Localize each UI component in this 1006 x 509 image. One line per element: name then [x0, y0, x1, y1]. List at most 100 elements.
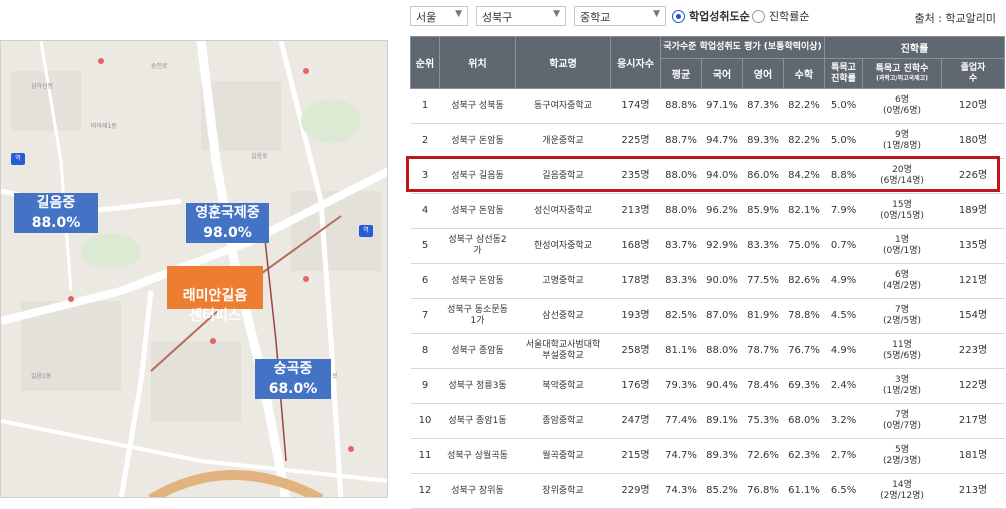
header-school: 학교명 [515, 36, 611, 89]
table-row[interactable]: 11 성북구 상월곡동 월곡중학교 215명 74.7% 89.3% 72.6% 62.3% 2… [410, 438, 1005, 474]
cell-graduates: 226명 [941, 158, 1005, 194]
table-row[interactable]: 4 성북구 돈암동 성신여자중학교 213명 88.0% 96.2% 85.9% 82.1% 7… [410, 193, 1005, 229]
cell-graduates: 180명 [941, 123, 1005, 159]
cell-graduates: 154명 [941, 298, 1005, 334]
cell-korean: 85.2% [701, 473, 743, 509]
cell-special-count: 1명 (0명/1명) [862, 228, 942, 264]
cell-school: 종암중학교 [515, 403, 611, 439]
cell-rank: 11 [410, 438, 440, 474]
subway-station-pin[interactable]: 역 [11, 153, 25, 165]
special-count-breakdown: (6명/14명) [880, 176, 924, 186]
cell-korean: 88.0% [701, 333, 743, 369]
cell-school: 성신여자중학교 [515, 193, 611, 229]
cell-location: 성북구 길음동 [439, 158, 516, 194]
header-special-count-label: 특목고 진학수 [875, 64, 929, 74]
table-row[interactable]: 5 성북구 삼선동2 가 한성여자중학교 168명 83.7% 92.9% 83.3% 75.… [410, 228, 1005, 264]
radio-selected-icon [672, 9, 685, 23]
cell-location: 성북구 성북동 [439, 88, 516, 124]
cell-korean: 97.1% [701, 88, 743, 124]
school-level-select[interactable]: 중학교 ▼ [574, 6, 666, 26]
table-row[interactable]: 1 성북구 성북동 동구여자중학교 174명 88.8% 97.1% 87.3% 82.2% 5… [410, 88, 1005, 124]
cell-average: 82.5% [660, 298, 702, 334]
map-area-label: 길음1동 [31, 373, 52, 380]
cell-applicants: 193명 [610, 298, 661, 334]
cell-graduates: 181명 [941, 438, 1005, 474]
cell-applicants: 168명 [610, 228, 661, 264]
cell-average: 77.4% [660, 403, 702, 439]
cell-average: 88.0% [660, 193, 702, 229]
cell-english: 89.3% [742, 123, 784, 159]
table-row[interactable]: 8 성북구 종암동 서울대학교사범대학 부설중학교 258명 81.1% 88.0% 78.… [410, 333, 1005, 369]
cell-school: 서울대학교사범대학 부설중학교 [515, 333, 611, 369]
cell-special-count: 6명 (4명/2명) [862, 263, 942, 299]
map-panel[interactable]: 삼각산동 숭인로 미아제1동 길음로 길음1동 종암로 역 역 길음중 88.0… [0, 40, 388, 498]
header-rank: 순위 [410, 36, 440, 89]
map-label-raemian-centerpiece[interactable]: 래미안길음 센터피스 [167, 266, 263, 324]
cell-special-rate: 8.8% [824, 158, 863, 194]
cell-english: 75.3% [742, 403, 784, 439]
cell-special-count: 20명 (6명/14명) [862, 158, 942, 194]
special-count-breakdown: (0명/15명) [880, 211, 924, 221]
map-label-younghoon-middle[interactable]: 영훈국제중 98.0% [186, 203, 269, 243]
cell-special-count: 7명 (2명/5명) [862, 298, 942, 334]
cell-korean: 89.1% [701, 403, 743, 439]
cell-rank: 8 [410, 333, 440, 369]
table-row[interactable]: 7 성북구 동소문동 1가 삼선중학교 193명 82.5% 87.0% 81.9% 78.8… [410, 298, 1005, 334]
header-special-count: 특목고 진학수 (과학고/외고국제고) [862, 58, 943, 89]
map-label-gileum-middle[interactable]: 길음중 88.0% [14, 193, 98, 233]
map-label-sunggok-middle[interactable]: 숭곡중 68.0% [255, 359, 331, 399]
cell-rank: 9 [410, 368, 440, 404]
special-count-total: 20명 [892, 165, 912, 175]
district-select[interactable]: 성북구 ▼ [476, 6, 566, 26]
cell-school: 장위중학교 [515, 473, 611, 509]
header-graduates: 졸업자 수 [941, 58, 1006, 89]
cell-average: 74.3% [660, 473, 702, 509]
table-row[interactable]: 2 성북구 돈암동 개운중학교 225명 88.7% 94.7% 89.3% 82.2% 5.0… [410, 123, 1005, 159]
cell-rank: 12 [410, 473, 440, 509]
cell-math: 68.0% [783, 403, 825, 439]
cell-math: 84.2% [783, 158, 825, 194]
cell-english: 78.4% [742, 368, 784, 404]
city-select[interactable]: 서울 ▼ [410, 6, 468, 26]
special-count-total: 9명 [895, 130, 910, 140]
cell-location: 성북구 돈암동 [439, 123, 516, 159]
cell-special-rate: 7.9% [824, 193, 863, 229]
special-count-breakdown: (0명/1명) [882, 246, 922, 256]
cell-special-rate: 5.0% [824, 88, 863, 124]
cell-math: 69.3% [783, 368, 825, 404]
chevron-down-icon: ▼ [553, 9, 560, 19]
special-count-breakdown: (2명/3명) [882, 456, 922, 466]
special-count-breakdown: (2명/5명) [882, 316, 922, 326]
table-row[interactable]: 12 성북구 장위동 장위중학교 229명 74.3% 85.2% 76.8% 61.1% 6.… [410, 473, 1005, 509]
cell-special-count: 9명 (1명/8명) [862, 123, 942, 159]
filter-bar: 서울 ▼ 성북구 ▼ 중학교 ▼ 학업성취도순 진학률순 출처 : 학교알리미 [410, 6, 1002, 28]
table-row[interactable]: 3 성북구 길음동 길음중학교 235명 88.0% 94.0% 86.0% 84.2% 8.8… [410, 158, 1005, 194]
header-achievement-group: 국가수준 학업성취도 평가 (보통학력이상) [659, 36, 826, 59]
map-school-rate: 98.0% [203, 225, 252, 241]
cell-english: 76.8% [742, 473, 784, 509]
cell-special-rate: 4.5% [824, 298, 863, 334]
subway-station-pin[interactable]: 역 [359, 225, 373, 237]
cell-special-rate: 2.4% [824, 368, 863, 404]
cell-rank: 6 [410, 263, 440, 299]
cell-graduates: 121명 [941, 263, 1005, 299]
cell-special-count: 15명 (0명/15명) [862, 193, 942, 229]
table-row[interactable]: 9 성북구 정릉3동 북악중학교 176명 79.3% 90.4% 78.4% 69.3% 2.… [410, 368, 1005, 404]
cell-average: 88.8% [660, 88, 702, 124]
cell-graduates: 223명 [941, 333, 1005, 369]
table-row[interactable]: 6 성북구 돈암동 고명중학교 178명 83.3% 90.0% 77.5% 82.6% 4.9… [410, 263, 1005, 299]
sort-radio-advancement[interactable]: 진학률순 [752, 8, 809, 24]
cell-math: 75.0% [783, 228, 825, 264]
table-row[interactable]: 10 성북구 종암1동 종암중학교 247명 77.4% 89.1% 75.3% 68.0% 3… [410, 403, 1005, 439]
cell-rank: 1 [410, 88, 440, 124]
cell-math: 82.2% [783, 123, 825, 159]
cell-school: 월곡중학교 [515, 438, 611, 474]
cell-school: 고명중학교 [515, 263, 611, 299]
cell-rank: 7 [410, 298, 440, 334]
sort-radio-achievement[interactable]: 학업성취도순 [672, 8, 750, 24]
cell-rank: 4 [410, 193, 440, 229]
header-special-rate: 특목고 진학률 [824, 58, 864, 89]
cell-math: 82.6% [783, 263, 825, 299]
cell-special-count: 3명 (1명/2명) [862, 368, 942, 404]
cell-special-count: 14명 (2명/12명) [862, 473, 942, 509]
